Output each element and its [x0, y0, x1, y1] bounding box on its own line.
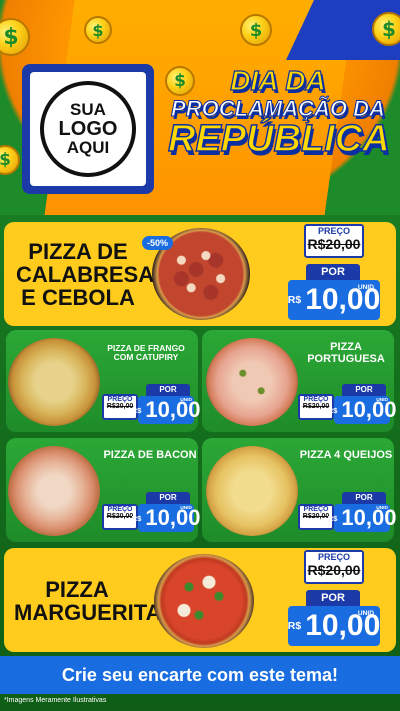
pizza-marguerita-image [154, 554, 254, 648]
product-name: PIZZA 4 QUEIJOS [299, 449, 393, 461]
pizza-portuguesa-image [206, 338, 298, 426]
logo-placeholder: SUA LOGO AQUI [22, 64, 154, 194]
product-name: PIZZA DE CALABRESA E CEBOLA [16, 239, 155, 311]
unit-label: UNID [357, 284, 374, 291]
new-price-tag: R$ 10,00 UNID [288, 606, 380, 646]
preco-label: PREÇO [306, 226, 362, 236]
new-price-tag: R$ 10,00 UNID [328, 504, 396, 532]
logo-circle: SUA LOGO AQUI [40, 81, 136, 177]
cta-banner[interactable]: Crie seu encarte com este tema! [0, 656, 400, 694]
unit-label: UNID [376, 398, 388, 403]
new-price-tag: R$ 10,00 UNID [288, 280, 380, 320]
logo-text-line1: SUA [70, 100, 106, 120]
logo-text-line2: LOGO [58, 117, 118, 140]
new-price: 10,00 [341, 505, 397, 530]
product-card-frango[interactable]: PIZZA DE FRANGO COM CATUPIRY PREÇO R$20,… [6, 330, 200, 432]
preco-label: PREÇO [306, 552, 362, 562]
product-card-4-queijos[interactable]: PIZZA 4 QUEIJOS PREÇO R$20,00 POR R$ 10,… [202, 438, 396, 542]
pizza-bacon-image [8, 446, 100, 536]
pizza-frango-image [8, 338, 100, 426]
title-line2: PROCLAMAÇÃO DA [171, 95, 386, 121]
currency: R$ [287, 620, 302, 632]
currency: R$ [287, 294, 302, 306]
old-price: R$20,00 [307, 236, 361, 252]
title-line1: DIA DA [230, 65, 327, 96]
product-card-marguerita[interactable]: PIZZA MARGUERITA PREÇO R$20,00 POR R$ 10… [4, 548, 396, 652]
product-card-calabresa[interactable]: PIZZA DE CALABRESA E CEBOLA -50% PREÇO R… [4, 222, 396, 326]
por-label: POR [306, 590, 360, 606]
old-price-tag: PREÇO R$20,00 [304, 224, 364, 258]
new-price-tag: R$ 10,00 UNID [132, 396, 200, 424]
product-name: PIZZA PORTUGUESA [307, 341, 385, 365]
preco-label: PREÇO [300, 396, 332, 403]
new-price-tag: R$ 10,00 UNID [132, 504, 200, 532]
title-line3: REPÚBLICA [167, 118, 390, 161]
product-name: PIZZA MARGUERITA [14, 577, 162, 626]
por-label: POR [146, 384, 190, 396]
new-price: 10,00 [341, 397, 397, 422]
pizza-4-queijos-image [206, 446, 298, 536]
coin-icon: $ [240, 14, 272, 46]
por-label: POR [146, 492, 190, 504]
old-price: R$20,00 [307, 562, 361, 578]
por-label: POR [342, 384, 386, 396]
unit-label: UNID [180, 398, 192, 403]
preco-label: PREÇO [104, 396, 136, 403]
coin-icon: $ [84, 16, 112, 44]
logo-text-line3: AQUI [66, 138, 110, 158]
por-label: POR [342, 492, 386, 504]
currency: R$ [327, 513, 338, 523]
por-label: POR [306, 264, 360, 280]
disclaimer-note: *Imagens Meramente Ilustrativas [4, 697, 107, 704]
new-price: 10,00 [145, 505, 201, 530]
product-card-portuguesa[interactable]: PIZZA PORTUGUESA PREÇO R$20,00 POR R$ 10… [202, 330, 396, 432]
currency: R$ [131, 405, 142, 415]
promo-title: DIA DA PROCLAMAÇÃO DA REPÚBLICA [167, 65, 390, 161]
coin-icon: $ [372, 12, 400, 46]
unit-label: UNID [376, 506, 388, 511]
preco-label: PREÇO [104, 506, 136, 513]
preco-label: PREÇO [300, 506, 332, 513]
discount-badge: -50% [142, 236, 174, 250]
old-price-tag: PREÇO R$20,00 [304, 550, 364, 584]
product-card-bacon[interactable]: PIZZA DE BACON PREÇO R$20,00 POR R$ 10,0… [6, 438, 200, 542]
product-name: PIZZA DE BACON [103, 449, 197, 461]
currency: R$ [131, 513, 142, 523]
unit-label: UNID [180, 506, 192, 511]
currency: R$ [327, 405, 338, 415]
unit-label: UNID [357, 610, 374, 617]
product-name: PIZZA DE FRANGO COM CATUPIRY [107, 343, 185, 362]
new-price-tag: R$ 10,00 UNID [328, 396, 396, 424]
new-price: 10,00 [145, 397, 201, 422]
